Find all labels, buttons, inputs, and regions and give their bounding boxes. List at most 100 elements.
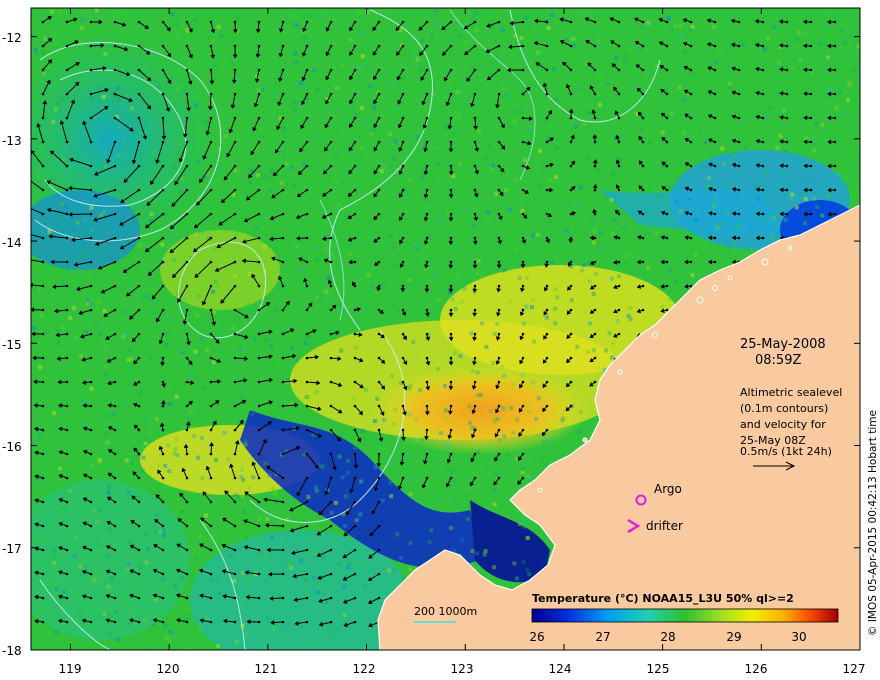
sst-pixel — [116, 404, 121, 409]
sst-pixel — [217, 591, 222, 596]
sst-pixel — [167, 469, 172, 474]
sst-pixel — [326, 276, 331, 281]
sst-pixel — [354, 518, 359, 523]
sst-pixel — [476, 259, 481, 264]
sst-pixel — [429, 528, 434, 533]
sst-pixel — [134, 636, 139, 641]
sst-pixel — [59, 201, 64, 206]
sst-pixel — [315, 590, 320, 595]
sst-pixel — [139, 389, 144, 394]
sst-pixel — [31, 325, 36, 330]
sst-pixel — [254, 225, 259, 229]
sst-pixel — [696, 245, 701, 250]
sst-pixel — [370, 394, 375, 398]
sst-pixel — [270, 642, 275, 647]
sst-pixel — [404, 487, 409, 491]
sst-pixel — [572, 338, 577, 343]
sst-pixel — [492, 331, 497, 336]
sst-pixel — [244, 535, 249, 540]
sst-pixel — [78, 614, 83, 619]
sst-pixel — [433, 20, 438, 25]
sst-pixel — [196, 159, 201, 163]
sst-pixel — [522, 321, 527, 326]
sst-pixel — [517, 235, 522, 240]
sst-pixel — [175, 35, 180, 40]
sst-pixel — [458, 161, 463, 166]
sst-pixel — [268, 188, 273, 193]
sst-pixel — [259, 550, 264, 555]
sst-pixel — [168, 234, 173, 239]
sst-pixel — [399, 555, 404, 560]
sst-pixel — [544, 315, 549, 320]
sst-pixel — [775, 145, 780, 150]
sst-pixel — [806, 175, 810, 180]
sst-pixel — [257, 517, 262, 522]
sst-pixel — [285, 622, 290, 627]
sst-pixel — [605, 82, 610, 87]
sst-pixel — [593, 46, 598, 51]
sst-pixel — [718, 47, 723, 52]
sst-pixel — [507, 124, 512, 129]
sst-pixel — [174, 437, 179, 442]
sst-pixel — [839, 112, 844, 117]
sst-pixel — [269, 168, 274, 173]
sst-pixel — [94, 323, 99, 328]
sst-pixel — [370, 594, 375, 599]
sst-pixel — [340, 475, 345, 480]
sst-pixel — [382, 417, 387, 422]
sst-pixel — [610, 276, 615, 281]
sst-pixel — [682, 96, 687, 101]
sst-pixel — [415, 134, 420, 139]
sst-pixel — [212, 310, 217, 315]
sst-pixel — [798, 58, 803, 63]
sst-pixel — [263, 553, 268, 558]
lon-tick-label: 121 — [255, 662, 278, 676]
sst-pixel — [446, 445, 451, 450]
sst-pixel — [581, 263, 586, 268]
sst-pixel — [393, 407, 398, 412]
sst-pixel — [183, 56, 187, 61]
sst-pixel — [491, 163, 495, 168]
sst-pixel — [443, 383, 447, 388]
sst-pixel — [342, 584, 347, 589]
sst-pixel — [138, 565, 143, 570]
sst-pixel — [618, 153, 623, 158]
sst-pixel — [33, 439, 38, 444]
sst-pixel — [633, 228, 637, 233]
sst-pixel — [149, 212, 154, 216]
sst-pixel — [233, 493, 238, 497]
sst-pixel — [124, 458, 129, 463]
sst-pixel — [547, 439, 552, 444]
sst-pixel — [251, 642, 256, 647]
sst-pixel — [673, 24, 678, 29]
sst-pixel — [154, 598, 159, 603]
sst-pixel — [42, 71, 47, 76]
sst-pixel — [122, 150, 126, 155]
sst-pixel — [512, 118, 517, 123]
sst-pixel — [272, 491, 277, 496]
sst-pixel — [250, 263, 255, 267]
sst-pixel — [174, 22, 179, 27]
sst-pixel — [174, 99, 178, 104]
sst-pixel — [97, 85, 102, 90]
sst-pixel — [789, 196, 794, 201]
sst-pixel — [571, 43, 576, 48]
sst-pixel — [597, 366, 602, 371]
sst-pixel — [486, 144, 491, 148]
sst-pixel — [143, 532, 148, 536]
sst-pixel — [627, 48, 632, 52]
sst-pixel — [595, 167, 600, 172]
sst-pixel — [213, 62, 218, 67]
sst-pixel — [303, 35, 308, 40]
sst-pixel — [102, 209, 106, 214]
sst-pixel — [275, 131, 279, 135]
sst-pixel — [365, 10, 370, 14]
sst-pixel — [788, 182, 793, 187]
sst-pixel — [588, 321, 593, 326]
sst-pixel — [198, 125, 203, 130]
sst-pixel — [474, 28, 479, 33]
altimetry-line: and velocity for — [740, 418, 826, 431]
sst-pixel — [540, 265, 545, 270]
sst-pixel — [464, 492, 469, 497]
sst-pixel — [668, 269, 673, 274]
